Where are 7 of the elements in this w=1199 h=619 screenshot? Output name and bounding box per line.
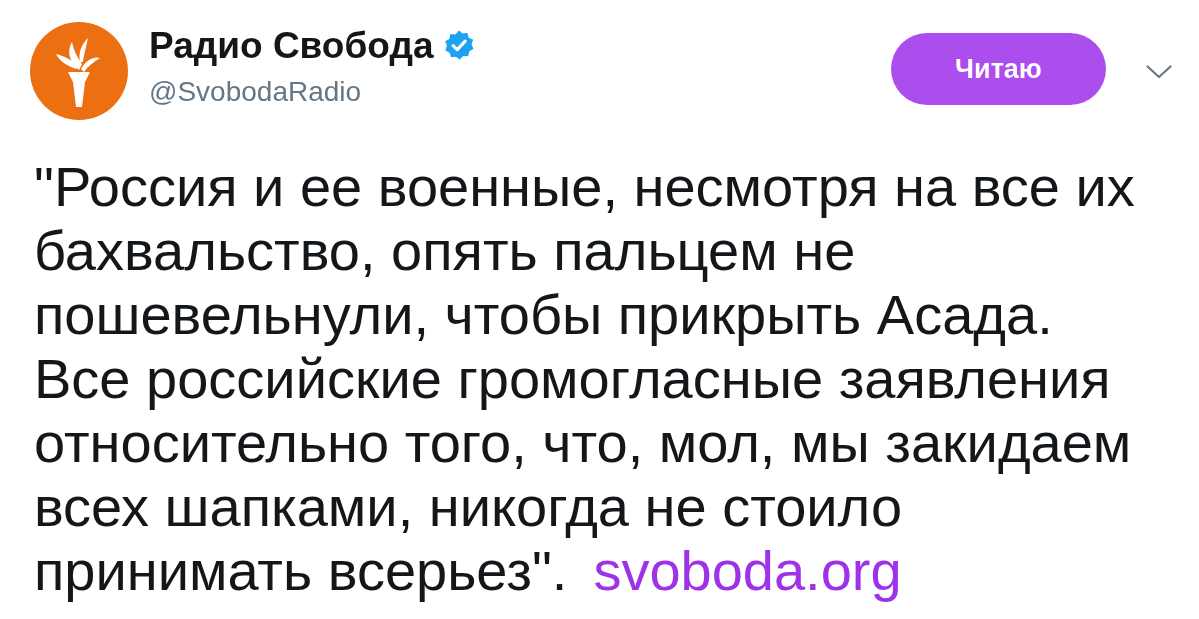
tweet-text: "Россия и ее военные, несмотря на все их бахвальство, опять пальцем не пошевельнули, чтобы прикрыть Асада. Все российские громогласные заявления относительно того, что, мол, мы закидаем всех шапками, никогда не стоило принимать всерьез". svoboda.org [34, 155, 1136, 603]
following-button[interactable]: Читаю [891, 33, 1106, 105]
account-name[interactable]: Радио Свобода [149, 24, 434, 68]
torch-logo-avatar-icon [30, 22, 128, 120]
chevron-down-icon[interactable] [1146, 65, 1172, 79]
account-handle[interactable]: @SvobodaRadio [149, 75, 362, 109]
link[interactable]: svoboda.org [593, 539, 902, 602]
